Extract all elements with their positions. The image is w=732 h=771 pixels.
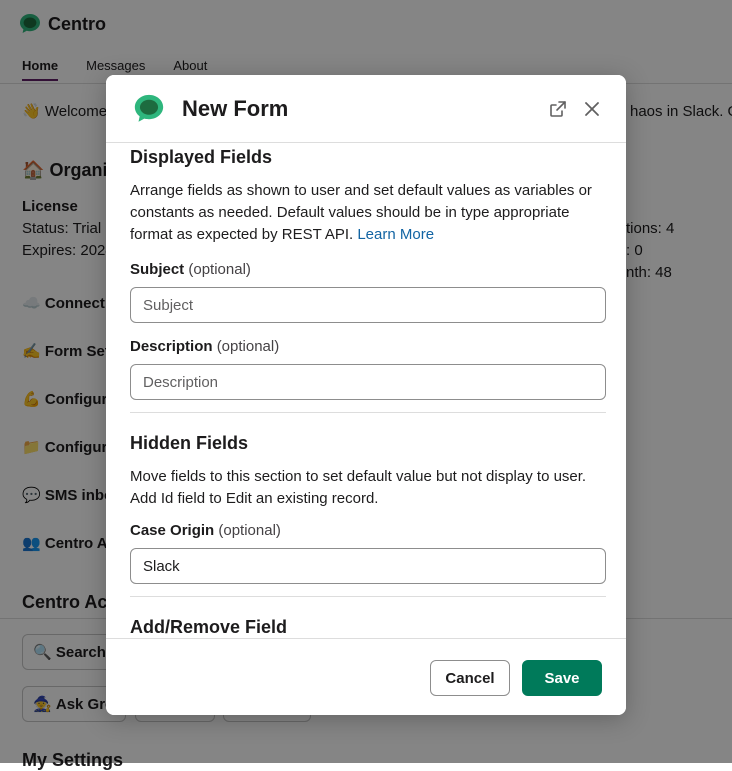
save-button[interactable]: Save xyxy=(522,660,602,696)
hidden-fields-description: Move fields to this section to set defau… xyxy=(130,468,587,507)
learn-more-link[interactable]: Learn More xyxy=(357,226,434,243)
new-form-modal: New Form Displayed Fields Arrange fields… xyxy=(106,75,626,715)
case-origin-label-text: Case Origin xyxy=(130,522,215,539)
description-input[interactable] xyxy=(130,364,606,400)
cancel-button[interactable]: Cancel xyxy=(430,660,510,696)
displayed-fields-heading: Displayed Fields xyxy=(130,147,273,167)
add-remove-field-heading: Add/Remove Field xyxy=(130,617,288,637)
modal-header: New Form xyxy=(106,75,626,143)
subject-label-text: Subject xyxy=(130,261,185,278)
subject-optional: (optional) xyxy=(188,261,251,278)
case-origin-optional: (optional) xyxy=(218,522,281,539)
modal-title: New Form xyxy=(182,95,289,121)
close-icon[interactable] xyxy=(580,97,604,121)
hidden-fields-heading: Hidden Fields xyxy=(130,433,249,453)
speech-bubble-logo-icon xyxy=(134,94,164,122)
displayed-fields-description: Arrange fields as shown to user and set … xyxy=(130,180,606,246)
description-label-text: Description xyxy=(130,338,213,355)
subject-input[interactable] xyxy=(130,287,606,323)
description-optional: (optional) xyxy=(216,338,280,355)
modal-body: Displayed Fields Arrange fields as shown… xyxy=(106,143,626,638)
case-origin-label: Case Origin (optional) xyxy=(130,522,606,539)
section-divider xyxy=(130,596,606,597)
subject-label: Subject (optional) xyxy=(130,261,606,278)
description-label: Description (optional) xyxy=(130,338,606,355)
open-in-new-window-icon[interactable] xyxy=(546,97,570,121)
section-divider xyxy=(130,412,606,413)
case-origin-input[interactable] xyxy=(130,548,606,584)
modal-footer: Cancel Save xyxy=(106,638,626,715)
